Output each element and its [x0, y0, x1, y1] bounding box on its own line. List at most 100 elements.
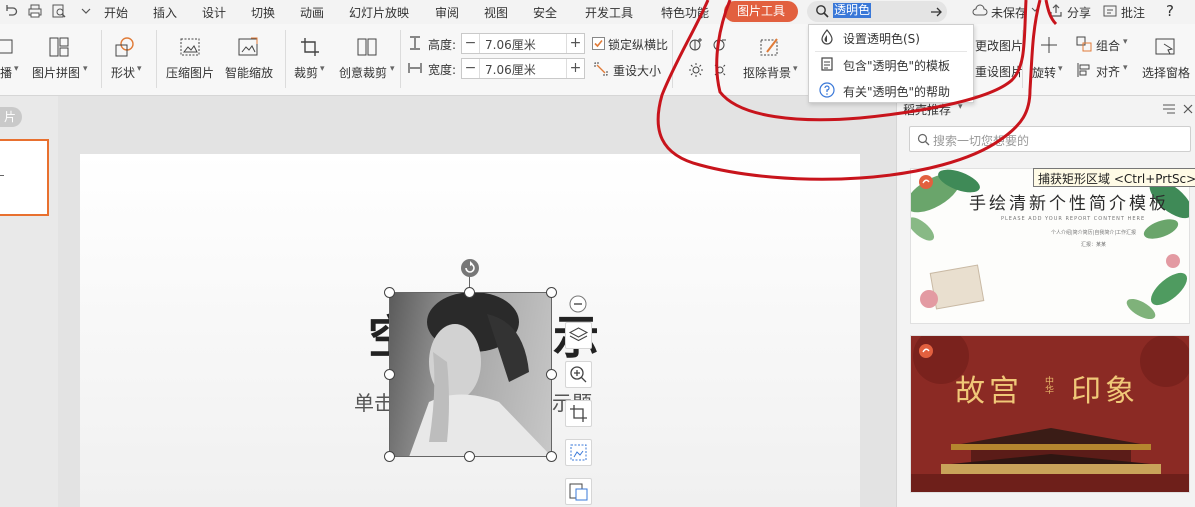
share-icon[interactable]	[1048, 3, 1064, 19]
height-stepper[interactable]: − 7.06厘米 +	[461, 33, 585, 54]
group-button[interactable]: 组合	[1096, 37, 1120, 54]
tab-picture-tools[interactable]: 图片工具	[724, 1, 798, 22]
chevron-down-icon[interactable]: ▾	[320, 64, 325, 74]
undo-icon[interactable]	[3, 3, 19, 19]
height-field[interactable]: 7.06厘米	[485, 36, 536, 53]
chevron-down-icon[interactable]: ▾	[137, 64, 142, 74]
reset-picture-button[interactable]: 重设图片	[975, 63, 1023, 80]
rotate-button[interactable]: 旋转	[1032, 64, 1056, 81]
share-button[interactable]: 分享	[1067, 4, 1091, 21]
arrow-right-icon[interactable]	[929, 5, 943, 19]
template-card-fresh[interactable]: 手绘清新个性简介模板 PLEASE ADD YOUR REPORT CONTEN…	[910, 168, 1190, 324]
rotate-handle-icon[interactable]	[460, 258, 480, 278]
resize-handle[interactable]	[464, 287, 475, 298]
menu-item-set-transparent-color[interactable]: 设置透明色(S)	[809, 25, 973, 51]
collapse-toolbar-icon[interactable]	[569, 295, 587, 313]
brightness-up-icon[interactable]	[688, 62, 704, 78]
group-icon[interactable]	[1076, 36, 1092, 52]
resize-handle[interactable]	[464, 451, 475, 462]
tab-design[interactable]: 设计	[202, 4, 226, 21]
compress-picture-icon[interactable]	[179, 36, 201, 58]
align-icon[interactable]	[1076, 62, 1092, 78]
resize-handle[interactable]	[384, 451, 395, 462]
align-button[interactable]: 对齐	[1096, 63, 1120, 80]
chevron-down-icon[interactable]: ▾	[793, 64, 798, 74]
change-picture-button[interactable]: 更改图片	[975, 37, 1023, 54]
tab-animation[interactable]: 动画	[300, 4, 324, 21]
slide-subtitle-text[interactable]: 单击	[354, 387, 394, 416]
command-search-box[interactable]	[807, 1, 947, 22]
crop-button[interactable]: 裁剪	[294, 64, 318, 81]
picture-collage-icon[interactable]	[48, 36, 70, 58]
slide-panel-tab[interactable]: 片	[0, 107, 22, 127]
chevron-down-icon[interactable]: ▾	[83, 64, 88, 74]
lock-ratio-label[interactable]: 锁定纵横比	[608, 36, 668, 53]
broadcast-button[interactable]: 播	[0, 64, 12, 81]
zoom-in-button[interactable]	[565, 361, 592, 388]
slide-thumbnail[interactable]	[0, 139, 49, 216]
compress-picture-button[interactable]: 压缩图片	[166, 64, 214, 81]
picture-collage-button[interactable]: 图片拼图	[32, 64, 80, 81]
unsaved-status[interactable]: 未保存	[991, 4, 1027, 21]
smart-zoom-icon[interactable]	[237, 36, 259, 58]
increment-button[interactable]: +	[566, 34, 584, 53]
decrement-button[interactable]: −	[462, 59, 480, 78]
print-icon[interactable]	[27, 3, 43, 19]
tab-home[interactable]: 开始	[104, 4, 128, 21]
tab-security[interactable]: 安全	[533, 4, 557, 21]
smart-zoom-button[interactable]: 智能缩放	[225, 64, 273, 81]
remove-background-icon[interactable]	[759, 36, 781, 58]
contrast-down-icon[interactable]	[712, 36, 728, 52]
chevron-down-icon[interactable]: ▾	[14, 64, 19, 74]
creative-crop-icon[interactable]	[356, 36, 378, 58]
selection-pane-icon[interactable]	[1154, 36, 1176, 58]
chevron-down-icon[interactable]: ▾	[1123, 63, 1128, 73]
chevron-down-icon[interactable]	[1030, 5, 1040, 15]
selection-pane-button[interactable]: 选择窗格	[1142, 64, 1190, 81]
resize-handle[interactable]	[546, 287, 557, 298]
print-preview-icon[interactable]	[51, 3, 67, 19]
tab-review[interactable]: 审阅	[435, 4, 459, 21]
reset-size-button[interactable]: 重设大小	[613, 62, 661, 79]
chevron-down-icon[interactable]: ▾	[1123, 37, 1128, 47]
tab-insert[interactable]: 插入	[153, 4, 177, 21]
layers-button[interactable]	[565, 322, 592, 349]
annotate-button[interactable]: 批注	[1121, 4, 1145, 21]
menu-item-help[interactable]: 有关"透明色"的帮助	[809, 78, 973, 104]
tab-slideshow[interactable]: 幻灯片放映	[349, 4, 409, 21]
reset-size-icon[interactable]	[593, 61, 609, 77]
template-card-palace[interactable]: 故宫 中华 印象	[910, 335, 1190, 493]
close-icon[interactable]	[1182, 103, 1194, 115]
resize-handle[interactable]	[384, 369, 395, 380]
shape-icon[interactable]	[114, 36, 136, 58]
quick-access-dropdown-icon[interactable]	[78, 3, 94, 19]
resize-handle[interactable]	[384, 287, 395, 298]
contrast-up-icon[interactable]	[688, 36, 704, 52]
shape-button[interactable]: 形状	[111, 64, 135, 81]
tab-transition[interactable]: 切换	[251, 4, 275, 21]
decrement-button[interactable]: −	[462, 34, 480, 53]
resize-handle[interactable]	[546, 451, 557, 462]
search-input-text[interactable]: 透明色	[833, 3, 872, 18]
tab-special-features[interactable]: 特色功能	[661, 4, 709, 21]
width-field[interactable]: 7.06厘米	[485, 61, 536, 78]
panel-menu-icon[interactable]	[1162, 103, 1176, 115]
chevron-down-icon[interactable]: ▾	[390, 64, 395, 74]
tab-view[interactable]: 视图	[484, 4, 508, 21]
help-button[interactable]: ?	[1166, 2, 1174, 20]
width-stepper[interactable]: − 7.06厘米 +	[461, 58, 585, 79]
lock-ratio-checkbox[interactable]	[592, 37, 605, 50]
picture-convert-button[interactable]	[565, 478, 592, 505]
annotate-icon[interactable]	[1102, 3, 1118, 19]
creative-crop-button[interactable]: 创意裁剪	[339, 64, 387, 81]
template-search-input[interactable]: 搜索一切您想要的	[909, 126, 1191, 152]
resize-handle[interactable]	[546, 369, 557, 380]
picture-effects-button[interactable]	[565, 439, 592, 466]
increment-button[interactable]: +	[566, 59, 584, 78]
chevron-down-icon[interactable]: ▾	[1058, 64, 1063, 74]
rotate-icon[interactable]	[1038, 34, 1060, 56]
crop-float-button[interactable]	[565, 400, 592, 427]
crop-icon[interactable]	[299, 36, 321, 58]
brightness-down-icon[interactable]	[712, 62, 728, 78]
broadcast-icon[interactable]	[0, 36, 14, 58]
